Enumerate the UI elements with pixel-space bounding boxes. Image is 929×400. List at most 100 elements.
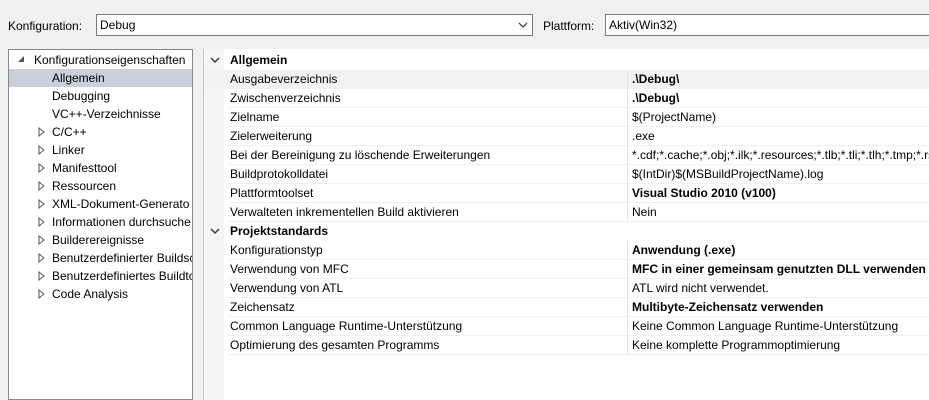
tree-item-label: Benutzerdefiniertes Buildtc [52, 269, 193, 283]
category-row[interactable]: Allgemein [204, 51, 929, 70]
triangle-right-icon[interactable] [36, 180, 46, 192]
property-grid[interactable]: Allgemein Ausgabeverzeichnis .\Debug\ Zwisc… [203, 49, 929, 400]
column-separator [627, 127, 628, 146]
property-row[interactable]: Verwalteten inkrementellen Build aktivie… [204, 203, 929, 222]
property-value[interactable]: .\Debug\ [632, 91, 679, 106]
property-name: Verwendung von MFC [230, 262, 349, 276]
triangle-right-icon[interactable] [36, 162, 46, 174]
column-separator [627, 146, 628, 165]
property-value[interactable]: MFC in einer gemeinsam genutzten DLL ver… [632, 262, 926, 277]
tree-item[interactable]: Manifesttool [9, 159, 192, 177]
tree-item[interactable]: Allgemein [9, 69, 192, 87]
triangle-right-icon[interactable] [36, 252, 46, 264]
tree-item[interactable]: Benutzerdefinierter Buildsc [9, 249, 192, 267]
category-label: Projektstandards [230, 224, 329, 238]
property-row[interactable]: Bei der Bereinigung zu löschende Erweite… [204, 146, 929, 165]
configuration-label: Konfiguration: [8, 19, 83, 33]
triangle-right-icon[interactable] [36, 198, 46, 210]
category-label: Allgemein [230, 53, 288, 67]
chevron-down-icon[interactable] [210, 226, 220, 236]
triangle-right-icon[interactable] [36, 234, 46, 246]
property-row[interactable]: Zielname $(ProjectName) [204, 108, 929, 127]
tree-item[interactable]: XML-Dokument-Generato [9, 195, 192, 213]
triangle-right-icon[interactable] [36, 216, 46, 228]
tree-item[interactable]: C/C++ [9, 123, 192, 141]
property-row[interactable]: Zielerweiterung .exe [204, 127, 929, 146]
platform-dropdown[interactable]: Aktiv(Win32) [605, 14, 929, 36]
triangle-down-icon[interactable] [16, 54, 26, 66]
triangle-right-icon[interactable] [36, 144, 46, 156]
tree-item-label: Allgemein [52, 71, 105, 85]
column-separator [627, 260, 628, 279]
triangle-right-icon[interactable] [36, 270, 46, 282]
column-separator [627, 241, 628, 260]
tree-item-label: Builderereignisse [52, 233, 145, 247]
triangle-right-icon[interactable] [36, 126, 46, 138]
column-separator [627, 336, 628, 355]
property-value[interactable]: $(ProjectName) [632, 110, 716, 125]
property-value[interactable]: *.cdf;*.cache;*.obj;*.ilk;*.resources;*.… [632, 148, 929, 163]
property-value[interactable]: Multibyte-Zeichensatz verwenden [632, 300, 823, 315]
property-name: Verwalteten inkrementellen Build aktivie… [230, 205, 459, 219]
property-row[interactable]: Common Language Runtime-Unterstützung Kei… [204, 317, 929, 336]
property-row[interactable]: Verwendung von ATL ATL wird nicht verwend… [204, 279, 929, 298]
column-separator [627, 165, 628, 184]
tree-item-label: Manifesttool [52, 161, 117, 175]
column-separator [627, 203, 628, 222]
property-name: Buildprotokolldatei [230, 167, 329, 181]
tree-item[interactable]: Ressourcen [9, 177, 192, 195]
property-name: Common Language Runtime-Unterstützung [230, 319, 463, 333]
category-row[interactable]: Projektstandards [204, 222, 929, 241]
tree-item[interactable]: Linker [9, 141, 192, 159]
column-separator [627, 89, 628, 108]
property-row[interactable]: Verwendung von MFC MFC in einer gemeinsam… [204, 260, 929, 279]
property-row[interactable]: Plattformtoolset Visual Studio 2010 (v100… [204, 184, 929, 203]
property-value[interactable]: .exe [632, 129, 655, 144]
column-separator [627, 108, 628, 127]
property-row[interactable]: Optimierung des gesamten Programms Keine … [204, 336, 929, 355]
platform-value: Aktiv(Win32) [609, 18, 678, 32]
property-value[interactable]: $(IntDir)$(MSBuildProjectName).log [632, 167, 823, 182]
chevron-down-icon[interactable] [210, 55, 220, 65]
property-row[interactable]: Zeichensatz Multibyte-Zeichensatz verwend… [204, 298, 929, 317]
platform-label: Plattform: [543, 19, 595, 33]
property-name: Bei der Bereinigung zu löschende Erweite… [230, 148, 491, 162]
property-value[interactable]: ATL wird nicht verwendet. [632, 281, 769, 296]
column-separator [627, 279, 628, 298]
tree-item-label: Informationen durchsuche [52, 215, 191, 229]
tree-item[interactable]: Debugging [9, 87, 192, 105]
property-name: Ausgabeverzeichnis [230, 72, 338, 86]
tree-item-label: XML-Dokument-Generato [52, 197, 190, 211]
column-separator [627, 298, 628, 317]
property-value[interactable]: Anwendung (.exe) [632, 243, 735, 258]
tree-item[interactable]: Benutzerdefiniertes Buildtc [9, 267, 192, 285]
property-row[interactable]: Buildprotokolldatei $(IntDir)$(MSBuildPro… [204, 165, 929, 184]
property-value[interactable]: Visual Studio 2010 (v100) [632, 186, 776, 201]
property-name: Optimierung des gesamten Programms [230, 338, 440, 352]
property-value[interactable]: Keine Common Language Runtime-Unterstütz… [632, 319, 898, 334]
row-divider [228, 354, 929, 355]
tree-item-label: VC++-Verzeichnisse [52, 107, 161, 121]
tree-item[interactable]: Informationen durchsuche [9, 213, 192, 231]
property-value[interactable]: Nein [632, 205, 657, 220]
tree-item-label: Ressourcen [52, 179, 117, 193]
tree-item[interactable]: Code Analysis [9, 285, 192, 303]
property-tree[interactable]: Konfigurationseigenschaften Allgemein Deb… [8, 49, 193, 400]
property-value[interactable]: Keine komplette Programmoptimierung [632, 338, 840, 353]
property-value[interactable]: .\Debug\ [632, 72, 679, 87]
tree-item[interactable]: Builderereignisse [9, 231, 192, 249]
property-row[interactable]: Zwischenverzeichnis .\Debug\ [204, 89, 929, 108]
tree-item-label: Code Analysis [52, 287, 129, 301]
configuration-dropdown[interactable]: Debug [96, 14, 533, 36]
triangle-right-icon[interactable] [36, 288, 46, 300]
property-name: Konfigurationstyp [230, 243, 323, 257]
configuration-toolbar: Konfiguration: Debug Plattform: Aktiv(Wi… [0, 0, 929, 52]
tree-item[interactable]: VC++-Verzeichnisse [9, 105, 192, 123]
property-name: Zeichensatz [230, 300, 295, 314]
tree-item-label: Linker [52, 143, 85, 157]
tree-root[interactable]: Konfigurationseigenschaften [9, 51, 192, 69]
property-row[interactable]: Ausgabeverzeichnis .\Debug\ [204, 70, 929, 89]
property-row[interactable]: Konfigurationstyp Anwendung (.exe) [204, 241, 929, 260]
tree-item-label: Benutzerdefinierter Buildsc [52, 251, 193, 265]
column-separator [627, 317, 628, 336]
